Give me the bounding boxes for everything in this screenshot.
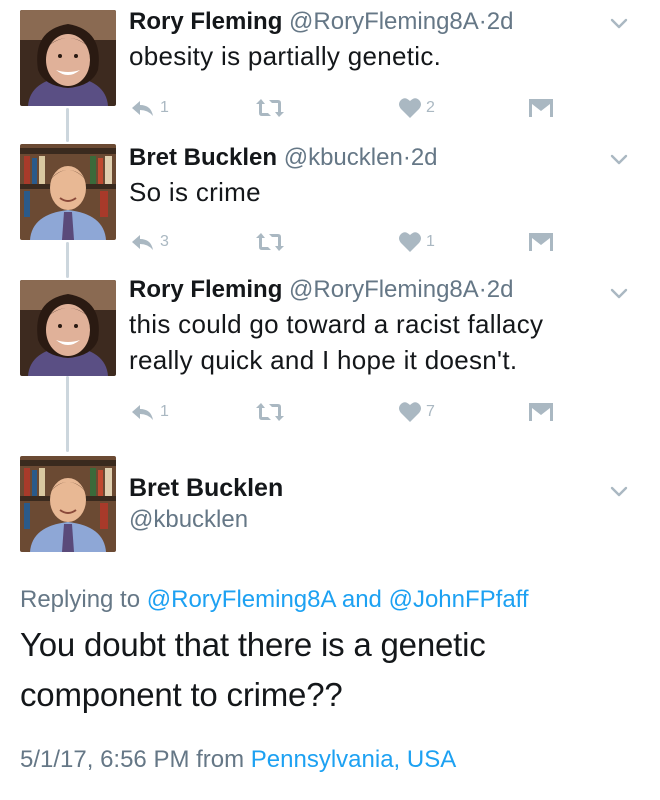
mention-link[interactable]: @JohnFPfaff: [389, 586, 529, 613]
retweet-button[interactable]: [255, 398, 289, 426]
replying-to-line: Replying to @RoryFleming8A and @JohnFPfa…: [20, 586, 529, 614]
tweet-item[interactable]: Rory Fleming @RoryFleming8A·2d obesity i…: [0, 0, 660, 140]
separator-dot: ·: [402, 144, 411, 171]
separator-dot: ·: [478, 276, 487, 303]
retweet-icon: [256, 99, 284, 117]
main-tweet-text: You doubt that there is a genetic compon…: [20, 620, 620, 720]
retweet-button[interactable]: [255, 228, 289, 256]
tweet-text-line: You doubt that there is a genetic: [20, 626, 486, 663]
author-name[interactable]: Bret Bucklen: [129, 472, 620, 504]
direct-message-icon: [529, 233, 553, 251]
tweet-timestamp[interactable]: 5/1/17, 6:56 PM: [20, 746, 189, 773]
tweet-text-line: So is crime: [129, 177, 261, 207]
reply-count: 3: [160, 233, 169, 250]
tweet-text-line: component to crime??: [20, 676, 343, 713]
direct-message-icon: [529, 99, 553, 117]
like-icon: [399, 402, 421, 422]
replying-prefix: Replying to: [20, 586, 141, 613]
tweet-age[interactable]: 2d: [487, 8, 514, 35]
reply-icon: [132, 101, 153, 116]
tweet-age[interactable]: 2d: [411, 144, 438, 171]
tweet-item[interactable]: Bret Bucklen @kbucklen·2d So is crime 3 …: [0, 138, 660, 274]
separator-dot: ·: [478, 8, 487, 35]
retweet-icon: [256, 233, 284, 251]
tweet-actions: 1 2: [130, 94, 560, 122]
author-handle[interactable]: @kbucklen: [129, 504, 620, 536]
replying-and: and: [341, 586, 382, 613]
direct-message-button[interactable]: [528, 94, 554, 122]
like-button[interactable]: 1: [398, 228, 435, 256]
tweet-meta: 5/1/17, 6:56 PM from Pennsylvania, USA: [20, 746, 456, 774]
reply-count: 1: [160, 99, 169, 116]
tweet-age[interactable]: 2d: [487, 276, 514, 303]
retweet-icon: [256, 403, 284, 421]
author-name[interactable]: Rory Fleming: [129, 276, 282, 303]
like-icon: [399, 232, 421, 252]
avatar-bret-bucklen[interactable]: [20, 456, 116, 552]
retweet-button[interactable]: [255, 94, 289, 122]
chevron-down-icon[interactable]: [608, 282, 630, 304]
chevron-down-icon[interactable]: [608, 148, 630, 170]
author-handle[interactable]: @RoryFleming8A: [289, 276, 479, 303]
chevron-down-icon[interactable]: [608, 480, 630, 502]
like-button[interactable]: 7: [398, 398, 435, 426]
avatar-bret-bucklen[interactable]: [20, 144, 116, 240]
author-name[interactable]: Bret Bucklen: [129, 144, 277, 171]
avatar-rory-fleming[interactable]: [20, 280, 116, 376]
like-count: 2: [426, 99, 435, 116]
direct-message-button[interactable]: [528, 398, 554, 426]
tweet-text: this could go toward a racist fallacy re…: [129, 306, 620, 378]
chevron-down-icon[interactable]: [608, 12, 630, 34]
like-count: 7: [426, 403, 435, 420]
reply-icon: [132, 235, 153, 250]
direct-message-button[interactable]: [528, 228, 554, 256]
reply-button[interactable]: 1: [130, 398, 169, 426]
reply-button[interactable]: 1: [130, 94, 169, 122]
author-handle[interactable]: @kbucklen: [284, 144, 403, 171]
tweet-text: obesity is partially genetic.: [129, 38, 620, 74]
tweet-actions: 3 1: [130, 228, 560, 256]
tweet-text-line: this could go toward a racist fallacy: [129, 309, 544, 339]
avatar-rory-fleming[interactable]: [20, 10, 116, 106]
tweet-actions: 1 7: [130, 398, 560, 426]
tweet-text-line: really quick and I hope it doesn't.: [129, 345, 518, 375]
reply-icon: [132, 405, 153, 420]
from-label: from: [196, 746, 245, 773]
reply-button[interactable]: 3: [130, 228, 169, 256]
direct-message-icon: [529, 403, 553, 421]
like-button[interactable]: 2: [398, 94, 435, 122]
like-count: 1: [426, 233, 435, 250]
location-link[interactable]: Pennsylvania, USA: [251, 746, 456, 773]
tweet-text-line: obesity is partially genetic.: [129, 41, 442, 71]
reply-count: 1: [160, 403, 169, 420]
author-name[interactable]: Rory Fleming: [129, 8, 282, 35]
author-handle[interactable]: @RoryFleming8A: [289, 8, 479, 35]
mention-link[interactable]: @RoryFleming8A: [147, 586, 335, 613]
tweet-text: So is crime: [129, 174, 620, 210]
tweet-item[interactable]: Rory Fleming @RoryFleming8A·2d this coul…: [0, 272, 660, 442]
like-icon: [399, 98, 421, 118]
